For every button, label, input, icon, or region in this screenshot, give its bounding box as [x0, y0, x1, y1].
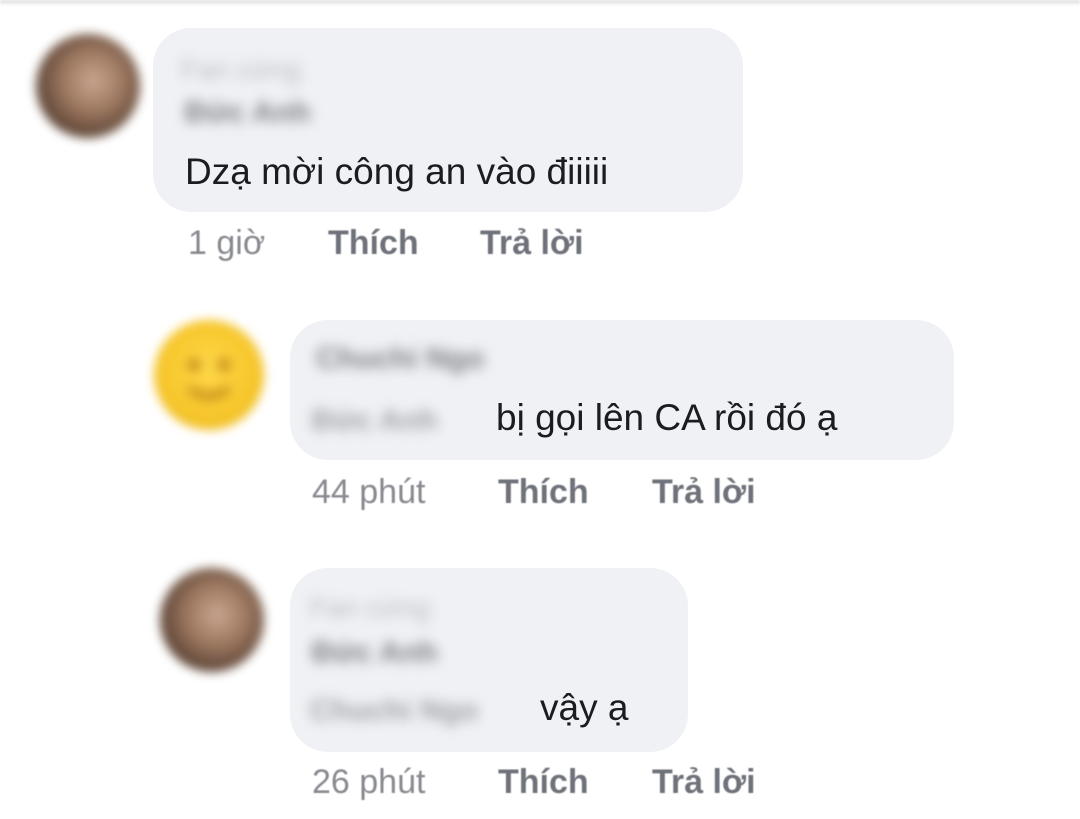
like-button[interactable]: Thích: [328, 223, 419, 263]
smiley-icon: [187, 359, 231, 399]
fan-badge: Fan cứng: [310, 592, 430, 623]
comment-text: bị gọi lên CA rồi đó ạ: [496, 397, 838, 438]
comment-time[interactable]: 26 phút: [312, 762, 425, 802]
reply-button[interactable]: Trả lời: [652, 762, 756, 802]
reply-button[interactable]: Trả lời: [652, 472, 756, 512]
comment-text: vậy ạ: [540, 687, 629, 728]
comment-time[interactable]: 44 phút: [312, 472, 425, 512]
comment-author[interactable]: Đức Anh: [312, 636, 438, 670]
comment-author[interactable]: Chuchi Ngo: [316, 342, 484, 376]
comment-bubble: Fan cứng Đức Anh Dzạ mời công an vào đii…: [153, 28, 743, 212]
mention-tag[interactable]: Đức Anh: [312, 404, 438, 438]
comment-bubble: Fan cứng Đức Anh Chuchi Ngo vậy ạ: [290, 568, 688, 752]
fan-badge: Fan cứng: [181, 54, 301, 85]
mention-tag[interactable]: Chuchi Ngo: [310, 694, 478, 728]
avatar[interactable]: [160, 568, 264, 672]
like-button[interactable]: Thích: [498, 762, 589, 802]
top-divider: [0, 0, 1080, 6]
comment-author[interactable]: Đức Anh: [185, 96, 311, 130]
like-button[interactable]: Thích: [498, 472, 589, 512]
avatar[interactable]: [36, 34, 140, 138]
reply-button[interactable]: Trả lời: [480, 223, 584, 263]
avatar[interactable]: [154, 320, 264, 430]
comment-text: Dzạ mời công an vào điiiii: [185, 151, 609, 192]
comment-time[interactable]: 1 giờ: [188, 223, 265, 263]
comment-bubble: Chuchi Ngo Đức Anh bị gọi lên CA rồi đó …: [290, 320, 954, 460]
